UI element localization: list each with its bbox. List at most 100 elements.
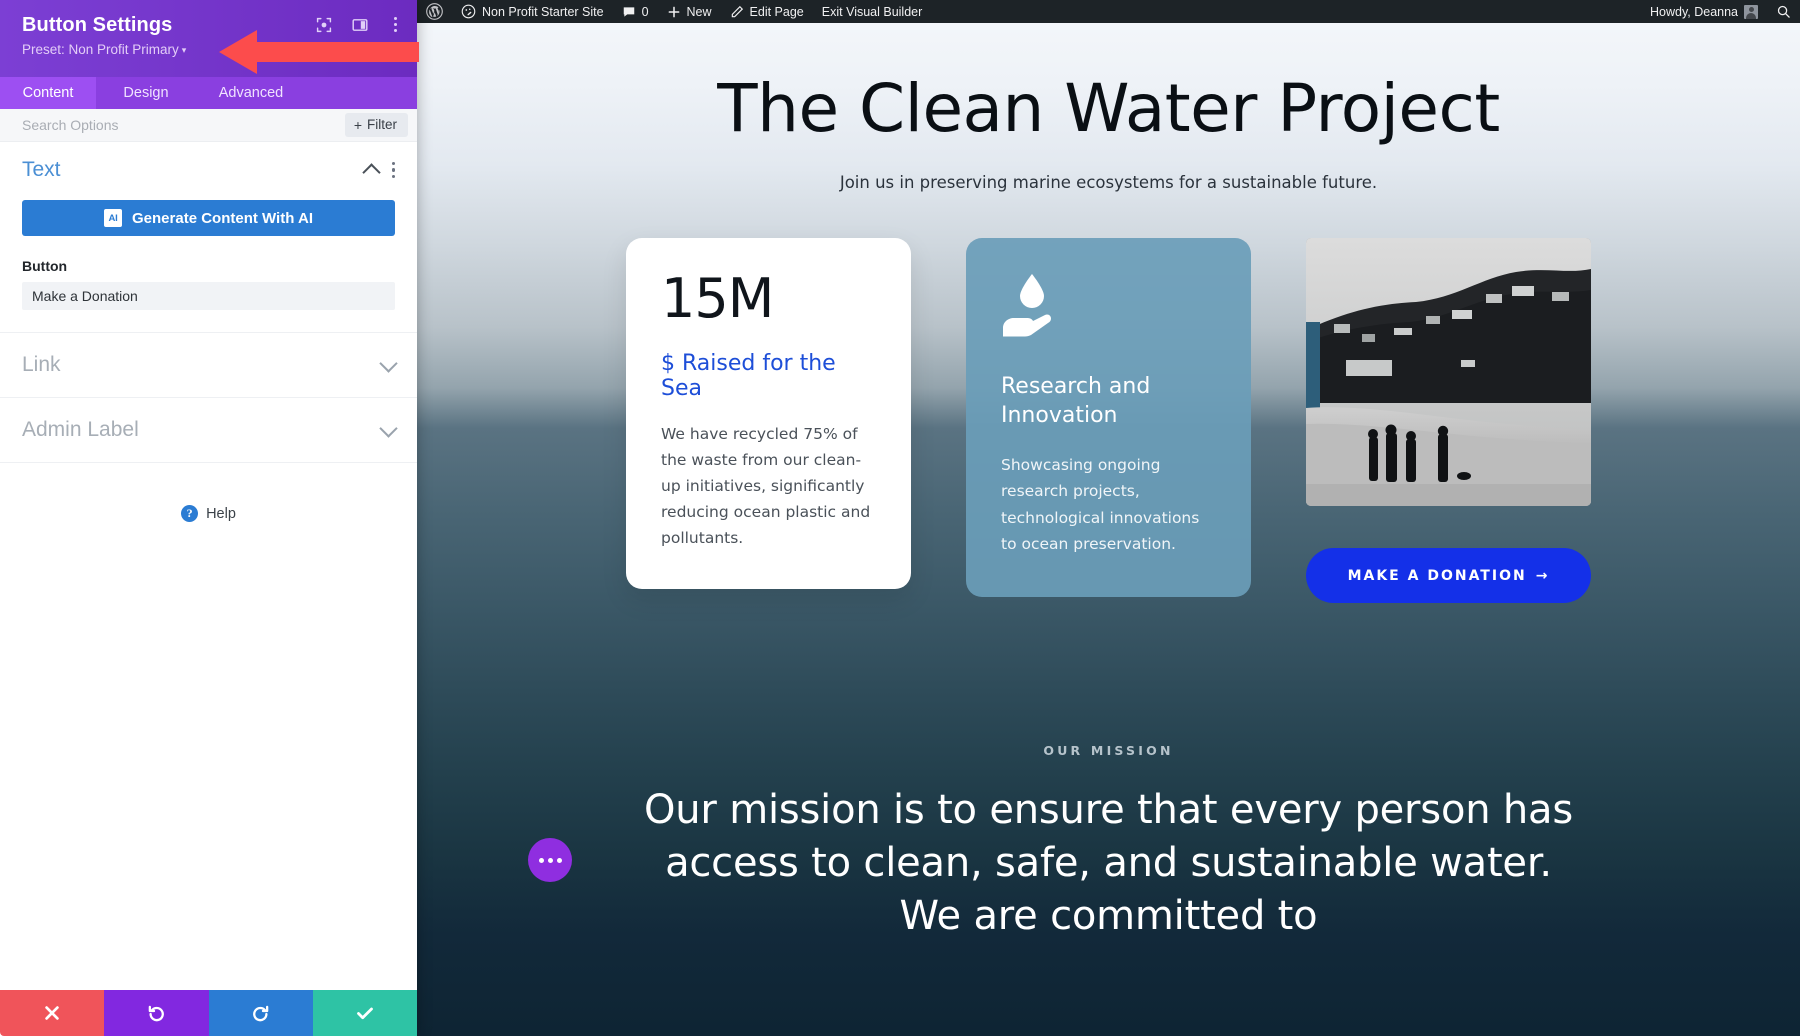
account-menu[interactable]: Howdy, Deanna (1641, 0, 1767, 23)
edit-page-link[interactable]: Edit Page (721, 0, 813, 23)
settings-tabs: Content Design Advanced (0, 77, 417, 109)
image-cta-card: MAKE A DONATION → (1306, 238, 1591, 604)
search-input[interactable] (22, 117, 345, 133)
exit-visual-builder-label: Exit Visual Builder (821, 4, 923, 19)
make-a-donation-button[interactable]: MAKE A DONATION → (1306, 548, 1591, 604)
comment-count: 0 (641, 4, 649, 19)
wordpress-logo-menu[interactable] (417, 0, 452, 23)
mission-heading: Our mission is to ensure that every pers… (644, 787, 1573, 939)
mission-eyebrow: OUR MISSION (1043, 743, 1174, 759)
generate-content-with-ai-button[interactable]: AI Generate Content With AI (22, 200, 395, 236)
fab-dot (538, 857, 544, 863)
edit-page-label: Edit Page (749, 4, 804, 19)
settings-panel-body: Text AI Generate Content With AI Button … (0, 142, 417, 990)
stat-card-inner: 15M $ Raised for the Sea We have recycle… (626, 238, 911, 590)
feature-card-title: Research and Innovation (1001, 374, 1151, 428)
exit-visual-builder-link[interactable]: Exit Visual Builder (813, 0, 932, 23)
howdy-label: Howdy, Deanna (1649, 4, 1738, 19)
help-question-icon: ? (181, 505, 199, 522)
help-label: Help (206, 505, 236, 522)
site-name-label: Non Profit Starter Site (482, 4, 604, 19)
filter-button[interactable]: + Filter (344, 113, 408, 137)
stat-body-text: We have recycled 75% of the waste from o… (661, 425, 871, 548)
builder-fab-button[interactable] (528, 838, 572, 882)
settings-panel-footer (0, 990, 417, 1036)
close-icon (45, 1006, 59, 1020)
admin-search-button[interactable] (1767, 0, 1800, 23)
arrow-right-icon: → (1535, 567, 1550, 584)
stat-number: 15M (661, 267, 774, 331)
section-link-title: Link (22, 353, 61, 376)
kebab-dot (394, 17, 397, 20)
help-link[interactable]: ? Help (0, 505, 417, 522)
tab-advanced[interactable]: Advanced (196, 77, 306, 109)
check-icon (356, 1007, 373, 1020)
stat-label: $ Raised for the Sea (661, 351, 836, 402)
section-text-title: Text (22, 158, 61, 181)
preset-label: Preset: Non Profit Primary (22, 42, 179, 57)
plus-icon: + (353, 117, 362, 133)
search-icon (1777, 5, 1790, 18)
kebab-menu-icon[interactable] (388, 15, 403, 34)
section-text-controls (362, 162, 395, 182)
section-text: Text AI Generate Content With AI Button … (0, 142, 417, 333)
plus-icon (668, 6, 679, 17)
preset-selector[interactable]: Preset: Non Profit Primary ▾ (22, 41, 401, 60)
fab-dot (556, 857, 562, 863)
new-label: New (686, 4, 712, 19)
section-admin-label[interactable]: Admin Label (0, 398, 417, 463)
filter-label: Filter (367, 117, 397, 133)
coastal-beach-photo (1306, 238, 1591, 507)
focus-target-icon[interactable] (316, 17, 332, 33)
chevron-down-icon[interactable] (379, 353, 398, 373)
site-name-menu[interactable]: Non Profit Starter Site (452, 0, 613, 23)
redo-icon (253, 1005, 269, 1021)
dashboard-icon (461, 4, 476, 19)
settings-panel-header: Button Settings Preset: Non Profit Prima… (0, 0, 417, 77)
button-text-label: Button (22, 258, 68, 274)
hero-subtitle: Join us in preserving marine ecosystems … (839, 173, 1378, 193)
cancel-button[interactable] (0, 990, 105, 1036)
section-text-header[interactable]: Text (22, 158, 395, 182)
section-admin-label-title: Admin Label (22, 418, 139, 441)
save-button[interactable] (312, 990, 417, 1036)
tab-design[interactable]: Design (96, 77, 196, 109)
feature-card-inner: Research and Innovation Showcasing ongoi… (966, 238, 1251, 597)
fab-dot (547, 857, 553, 863)
kebab-dot (391, 168, 395, 172)
new-content-menu[interactable]: New (658, 0, 721, 23)
kebab-dot (394, 23, 397, 26)
mission-section: OUR MISSION Our mission is to ensure tha… (417, 743, 1800, 942)
undo-icon (148, 1005, 164, 1021)
panel-header-icons (316, 15, 403, 34)
chevron-up-icon[interactable] (362, 162, 381, 182)
button-settings-panel: Button Settings Preset: Non Profit Prima… (0, 0, 417, 1036)
stat-card: 15M $ Raised for the Sea We have recycle… (626, 238, 911, 603)
page-title: The Clean Water Project (717, 70, 1500, 147)
kebab-dot (391, 174, 395, 178)
water-drop-in-hand-icon (1001, 272, 1216, 347)
chevron-down-icon[interactable] (379, 418, 398, 438)
pencil-icon (731, 5, 743, 17)
generate-ai-label: Generate Content With AI (132, 209, 313, 227)
donate-button-label: MAKE A DONATION (1347, 567, 1527, 584)
comment-bubble-icon (623, 6, 634, 17)
chevron-down-icon: ▾ (181, 45, 187, 55)
section-link[interactable]: Link (0, 333, 417, 398)
comments-menu[interactable]: 0 (613, 0, 658, 23)
search-options-row: + Filter (0, 109, 417, 142)
feature-card: Research and Innovation Showcasing ongoi… (966, 238, 1251, 603)
kebab-dot (391, 162, 395, 166)
kebab-dot (394, 29, 397, 32)
tab-content[interactable]: Content (0, 77, 96, 109)
ai-badge-icon: AI (104, 209, 122, 227)
avatar (1744, 4, 1758, 19)
section-kebab-menu-icon[interactable] (391, 162, 395, 178)
feature-card-body: Showcasing ongoing research projects, te… (1001, 456, 1200, 553)
undo-button[interactable] (104, 990, 209, 1036)
page-canvas: The Clean Water Project Join us in prese… (417, 23, 1800, 1036)
layout-columns-icon[interactable] (352, 17, 368, 33)
wordpress-icon (426, 3, 443, 20)
redo-button[interactable] (208, 990, 313, 1036)
button-text-input[interactable] (22, 282, 395, 310)
